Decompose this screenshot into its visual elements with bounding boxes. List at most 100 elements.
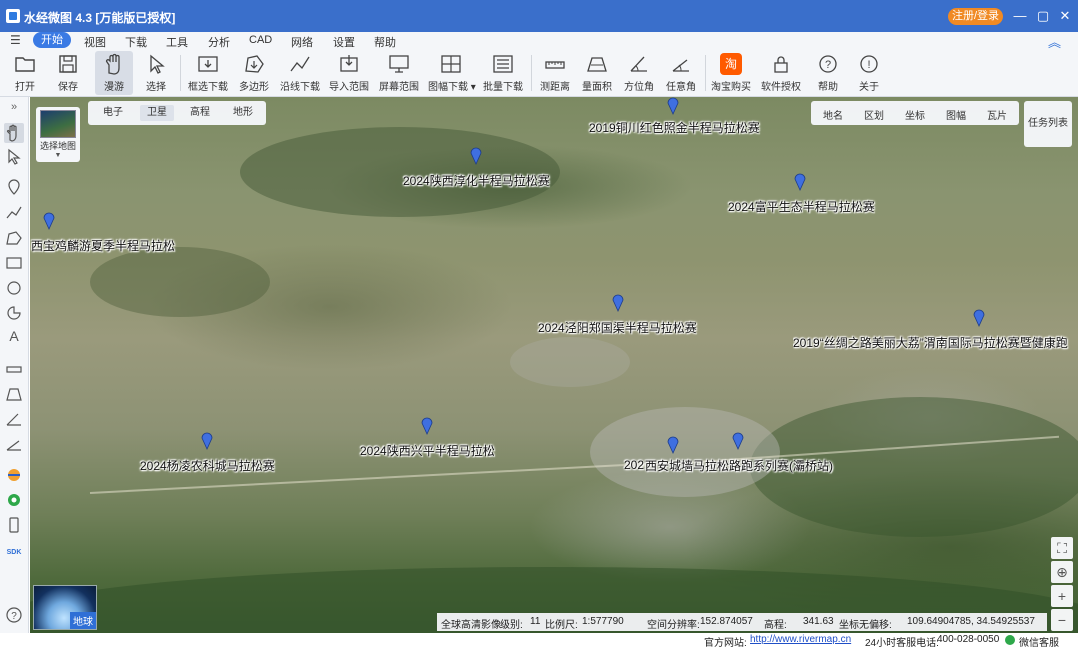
close-icon[interactable]: ✕	[1057, 8, 1073, 24]
marker-label[interactable]: 202	[624, 458, 644, 472]
menu-view[interactable]: 视图	[84, 34, 106, 50]
help-circle-icon[interactable]: ?	[4, 605, 24, 625]
polygon-download-button[interactable]: 多边形	[236, 51, 272, 95]
menu-bar: ☰ 开始 视图 下载 工具 分析 CAD 网络 设置 帮助 ︽	[0, 32, 1078, 50]
marker-label[interactable]: 2024富平生态半程马拉松赛	[728, 198, 875, 215]
marker-pin[interactable]	[201, 430, 213, 450]
toggle-tiles[interactable]: 瓦片	[987, 107, 1007, 122]
azimuth-button[interactable]: 方位角	[622, 51, 656, 95]
expand-panel-icon[interactable]: »	[4, 101, 24, 121]
map-info-bar: 全球高清影像 级别: 11 比例尺: 1:577790 空间分辨率: 152.8…	[437, 613, 1047, 631]
locate-icon[interactable]: ⊕	[1051, 561, 1073, 583]
area-tool-icon[interactable]	[4, 384, 24, 404]
elevation-value: 341.63	[803, 616, 834, 627]
marker-pin[interactable]	[421, 415, 433, 435]
taobao-purchase-button[interactable]: 淘 淘宝购买	[711, 51, 751, 95]
tab-vector[interactable]: 电子	[96, 105, 130, 121]
marker-label[interactable]: 2024杨凌农科城马拉松赛	[140, 457, 275, 474]
toggle-coordinates[interactable]: 坐标	[905, 107, 925, 122]
plugin-green-icon[interactable]	[4, 490, 24, 510]
basemap-picker[interactable]: 选择地图 ▼	[36, 107, 80, 162]
box-download-button[interactable]: 框选下载	[187, 51, 229, 95]
text-tool-icon[interactable]: A	[4, 328, 24, 348]
pan-tool-icon[interactable]	[4, 123, 24, 143]
circle-tool-icon[interactable]	[4, 278, 24, 298]
marker-pin[interactable]	[667, 434, 679, 454]
pan-button[interactable]: 漫游	[95, 51, 133, 95]
tab-elevation[interactable]: 高程	[183, 105, 217, 121]
task-list-button[interactable]: 任务列表	[1024, 101, 1072, 147]
marker-pin[interactable]	[973, 307, 985, 327]
marker-pin[interactable]	[470, 145, 482, 165]
website-link[interactable]: http://www.rivermap.cn	[750, 634, 851, 645]
select-tool-icon[interactable]	[4, 147, 24, 167]
license-button[interactable]: 软件授权	[760, 51, 802, 95]
marker-label[interactable]: 2019“丝绸之路美丽大荔”渭南国际马拉松赛暨健康跑	[793, 334, 1078, 351]
rectangle-tool-icon[interactable]	[4, 253, 24, 273]
sector-tool-icon[interactable]	[4, 303, 24, 323]
marker-label[interactable]: 2019铜川红色照金半程马拉松赛	[589, 119, 760, 136]
toggle-boundaries[interactable]: 区划	[864, 107, 884, 122]
marker-pin[interactable]	[794, 171, 806, 191]
marker-pin[interactable]	[612, 292, 624, 312]
menu-start[interactable]: 开始	[33, 32, 71, 48]
measure-distance-button[interactable]: 测距离	[538, 51, 572, 95]
minimize-icon[interactable]: —	[1012, 8, 1028, 24]
login-button[interactable]: 注册/登录	[948, 8, 1003, 25]
wechat-service-link[interactable]: 微信客服	[1019, 634, 1059, 647]
marker-pin[interactable]	[667, 95, 679, 115]
toggle-place-names[interactable]: 地名	[823, 107, 843, 122]
angle-icon	[672, 59, 689, 72]
save-button[interactable]: 保存	[52, 51, 84, 95]
phone-icon[interactable]	[4, 515, 24, 535]
line-tool-icon[interactable]	[4, 203, 24, 223]
marker-pin[interactable]	[43, 210, 55, 230]
any-angle-button[interactable]: 任意角	[664, 51, 698, 95]
help-button[interactable]: ? 帮助	[812, 51, 844, 95]
menu-network[interactable]: 网络	[291, 34, 313, 50]
svg-text:?: ?	[825, 59, 831, 71]
menu-help[interactable]: 帮助	[374, 34, 396, 50]
taobao-icon: 淘	[720, 53, 742, 75]
import-icon	[340, 55, 358, 72]
globe-view-button[interactable]: 地球	[33, 585, 97, 630]
plugin-globe-icon[interactable]	[4, 465, 24, 485]
menu-tools[interactable]: 工具	[166, 34, 188, 50]
about-button[interactable]: ! 关于	[853, 51, 885, 95]
open-button[interactable]: 打开	[8, 51, 42, 95]
sheet-download-button[interactable]: 图幅下载 ▾	[428, 51, 476, 95]
marker-label[interactable]: 西安城墙马拉松路跑系列赛(灞桥站)	[645, 457, 833, 474]
measure-area-button[interactable]: 量面积	[580, 51, 614, 95]
marker-label[interactable]: 2024陕西淳化半程马拉松赛	[403, 172, 550, 189]
toolbar-divider	[705, 55, 706, 91]
menu-settings[interactable]: 设置	[333, 34, 355, 50]
marker-label[interactable]: 西宝鸡麟游夏季半程马拉松	[31, 237, 175, 254]
import-extent-button[interactable]: 导入范围	[328, 51, 370, 95]
toggle-sheets[interactable]: 图幅	[946, 107, 966, 122]
tab-satellite[interactable]: 卫星	[140, 105, 174, 121]
marker-label[interactable]: 2024泾阳郑国渠半程马拉松赛	[538, 319, 697, 336]
line-download-button[interactable]: 沿线下载	[279, 51, 321, 95]
marker-label[interactable]: 2024陕西兴平半程马拉松	[360, 442, 495, 459]
select-button[interactable]: 选择	[140, 51, 172, 95]
ruler-tool-icon[interactable]	[4, 359, 24, 379]
imagery-source: 全球高清影像	[441, 620, 501, 631]
azimuth-tool-icon[interactable]	[4, 409, 24, 429]
polygon-tool-icon[interactable]	[4, 228, 24, 248]
marker-pin[interactable]	[732, 430, 744, 450]
hamburger-menu-icon[interactable]: ☰	[10, 33, 21, 47]
menu-cad[interactable]: CAD	[249, 34, 272, 46]
tab-terrain[interactable]: 地形	[226, 105, 260, 121]
point-tool-icon[interactable]	[4, 177, 24, 197]
fullscreen-icon[interactable]: ⛶	[1051, 537, 1073, 559]
zoom-in-button[interactable]: +	[1051, 585, 1073, 607]
maximize-icon[interactable]: ▢	[1035, 8, 1051, 24]
menu-download[interactable]: 下载	[125, 34, 147, 50]
sdk-icon[interactable]: SDK	[4, 543, 24, 563]
zoom-out-button[interactable]: −	[1051, 609, 1073, 631]
batch-download-button[interactable]: 批量下载	[482, 51, 524, 95]
satellite-map[interactable]	[30, 97, 1078, 633]
menu-analysis[interactable]: 分析	[208, 34, 230, 50]
screen-extent-button[interactable]: 屏幕范围	[378, 51, 420, 95]
angle-tool-icon[interactable]	[4, 434, 24, 454]
